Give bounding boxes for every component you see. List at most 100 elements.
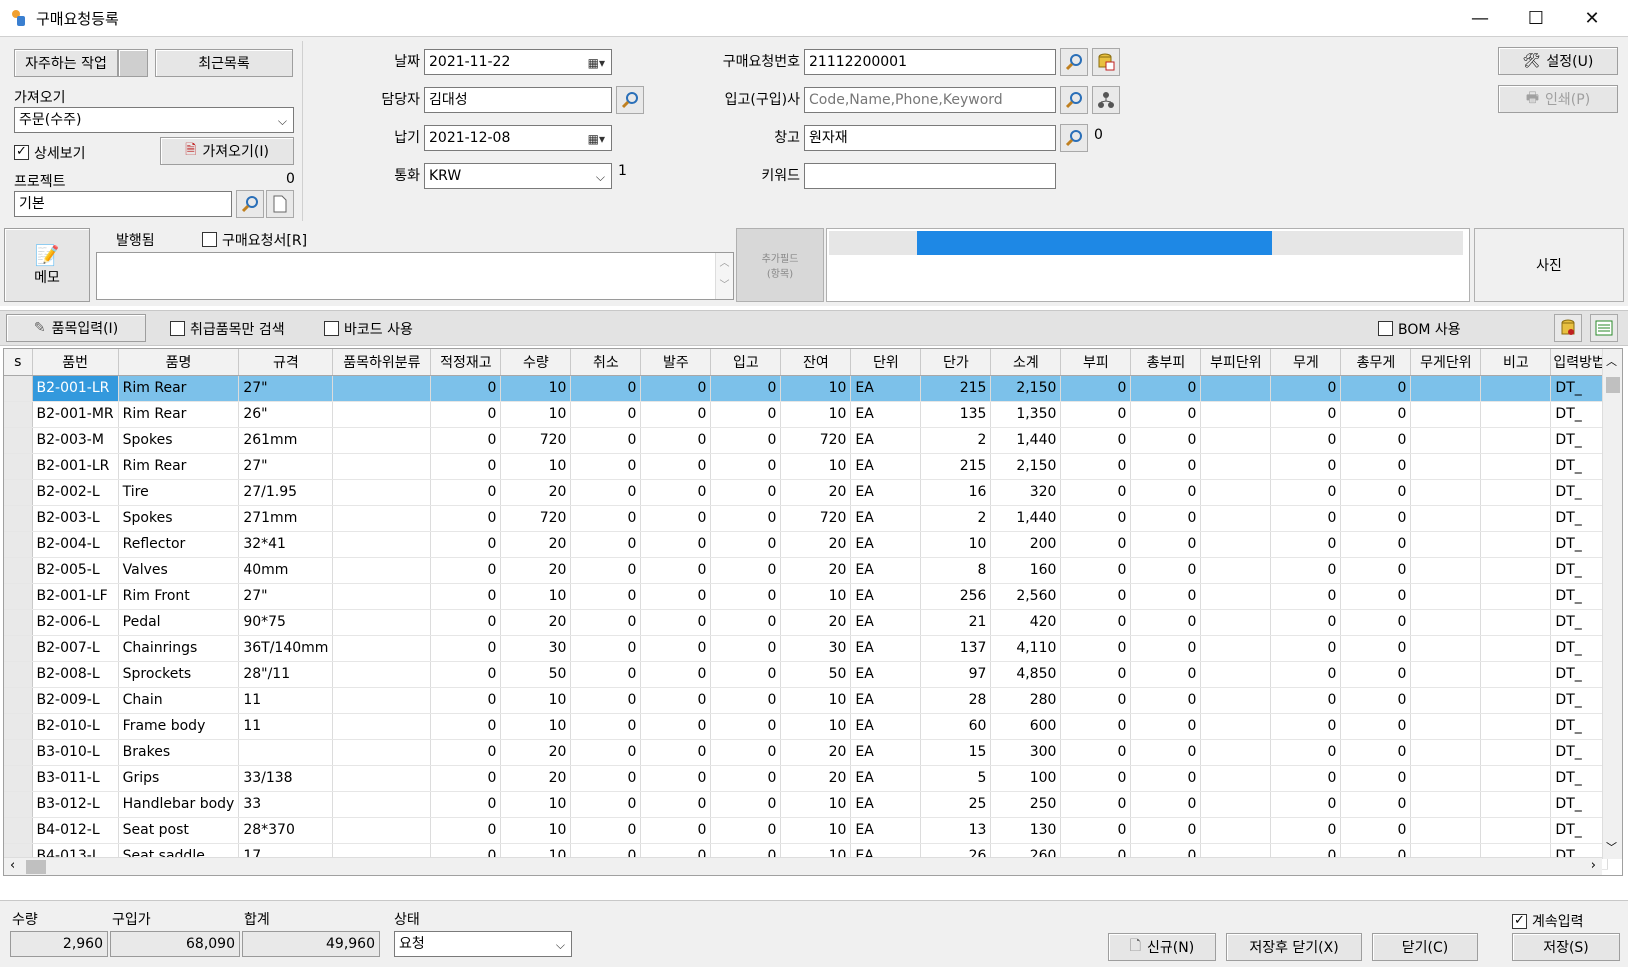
table-cell[interactable]: DT_ [1550, 427, 1608, 454]
table-cell[interactable]: 2 [920, 427, 992, 454]
table-cell[interactable] [1480, 687, 1552, 714]
item-input-button[interactable]: ✎ 품목입력(I) [6, 314, 146, 342]
table-cell[interactable]: 0 [1270, 817, 1342, 844]
table-cell[interactable]: 0 [710, 479, 782, 506]
table-cell[interactable]: 0 [1340, 557, 1412, 584]
table-cell[interactable] [332, 401, 432, 428]
table-cell[interactable]: 0 [640, 713, 712, 740]
table-cell[interactable]: 0 [1270, 401, 1342, 428]
table-cell[interactable]: 720 [500, 505, 572, 532]
table-cell[interactable] [1410, 713, 1482, 740]
table-cell[interactable]: EA [850, 609, 922, 636]
table-cell[interactable]: 0 [1340, 687, 1412, 714]
table-cell[interactable]: 36T/140mm [238, 635, 334, 662]
table-cell[interactable]: B2-009-L [32, 687, 119, 714]
table-cell[interactable]: 160 [990, 557, 1062, 584]
table-cell[interactable]: 0 [1060, 817, 1132, 844]
table-cell[interactable]: 2 [920, 505, 992, 532]
table-cell[interactable]: B4-012-L [32, 817, 119, 844]
table-cell[interactable]: 320 [990, 479, 1062, 506]
table-cell[interactable]: DT_ [1550, 453, 1608, 480]
table-cell[interactable] [332, 713, 432, 740]
row-selector[interactable] [4, 609, 33, 636]
table-cell[interactable] [1200, 817, 1272, 844]
table-cell[interactable]: DT_ [1550, 687, 1608, 714]
table-cell[interactable]: 28 [920, 687, 992, 714]
table-cell[interactable]: 10 [780, 375, 852, 402]
table-cell[interactable] [1200, 531, 1272, 558]
table-cell[interactable]: Valves [118, 557, 240, 584]
table-cell[interactable]: 0 [640, 453, 712, 480]
project-field[interactable]: 기본 [14, 191, 232, 217]
row-selector[interactable] [4, 401, 33, 428]
table-cell[interactable]: EA [850, 687, 922, 714]
table-cell[interactable]: 0 [430, 505, 502, 532]
table-cell[interactable]: DT_ [1550, 375, 1608, 402]
table-cell[interactable] [332, 661, 432, 688]
vertical-scrollbar[interactable]: ︿ ﹀ [1602, 349, 1622, 859]
table-cell[interactable]: 0 [1340, 505, 1412, 532]
table-cell[interactable]: 21 [920, 609, 992, 636]
table-cell[interactable]: Rim Rear [118, 401, 240, 428]
date-field[interactable]: 2021-11-22 ▦▾ [424, 49, 612, 75]
org-tree-icon[interactable] [1092, 86, 1120, 114]
column-header[interactable]: 총부피 [1130, 349, 1202, 376]
table-cell[interactable]: 0 [1270, 531, 1342, 558]
table-cell[interactable] [1410, 583, 1482, 610]
table-cell[interactable]: 0 [1340, 427, 1412, 454]
table-cell[interactable]: DT_ [1550, 531, 1608, 558]
table-cell[interactable]: B3-010-L [32, 739, 119, 766]
table-cell[interactable]: 1,440 [990, 427, 1062, 454]
table-cell[interactable]: 0 [570, 739, 642, 766]
table-cell[interactable]: 0 [710, 661, 782, 688]
table-cell[interactable]: B2-003-M [32, 427, 119, 454]
table-cell[interactable]: 0 [710, 739, 782, 766]
table-cell[interactable]: 0 [640, 557, 712, 584]
table-cell[interactable]: DT_ [1550, 817, 1608, 844]
row-selector[interactable] [4, 817, 33, 844]
table-cell[interactable]: Pedal [118, 609, 240, 636]
scroll-up-icon[interactable]: ︿ [1606, 353, 1617, 369]
table-cell[interactable] [1410, 453, 1482, 480]
table-cell[interactable]: Spokes [118, 427, 240, 454]
table-cell[interactable] [1480, 401, 1552, 428]
table-cell[interactable]: 0 [710, 609, 782, 636]
warehouse-search-icon[interactable] [1060, 124, 1088, 152]
database-icon[interactable] [1554, 314, 1582, 342]
manager-search-icon[interactable] [616, 86, 644, 114]
table-cell[interactable] [1410, 479, 1482, 506]
table-row[interactable]: B2-001-MR Rim Rear 26" 0 10 0 0 0 10 EA 135 1,350 0 0… [4, 401, 1608, 428]
table-cell[interactable]: 0 [1270, 453, 1342, 480]
table-cell[interactable]: 30 [500, 635, 572, 662]
table-cell[interactable]: 60 [920, 713, 992, 740]
calendar-icon[interactable]: ▦▾ [588, 53, 605, 73]
table-cell[interactable]: 0 [1270, 375, 1342, 402]
table-cell[interactable]: 215 [920, 375, 992, 402]
only-handled-checkbox[interactable] [170, 321, 185, 336]
table-cell[interactable]: 215 [920, 453, 992, 480]
row-selector[interactable] [4, 739, 33, 766]
column-header[interactable]: 발주 [640, 349, 712, 376]
table-cell[interactable]: B2-001-LR [32, 453, 119, 480]
table-cell[interactable]: 0 [430, 661, 502, 688]
memo-textarea[interactable]: ︿ ﹀ [96, 252, 734, 300]
table-cell[interactable]: 0 [430, 401, 502, 428]
table-cell[interactable]: 0 [1130, 505, 1202, 532]
row-selector[interactable] [4, 687, 33, 714]
table-cell[interactable]: DT_ [1550, 791, 1608, 818]
table-cell[interactable]: DT_ [1550, 739, 1608, 766]
table-cell[interactable]: Chainrings [118, 635, 240, 662]
table-cell[interactable]: 20 [780, 531, 852, 558]
table-cell[interactable]: Seat post [118, 817, 240, 844]
table-cell[interactable] [332, 609, 432, 636]
row-selector[interactable] [4, 453, 33, 480]
table-cell[interactable]: DT_ [1550, 583, 1608, 610]
table-cell[interactable] [1480, 427, 1552, 454]
table-cell[interactable]: 0 [570, 635, 642, 662]
table-cell[interactable]: 10 [500, 713, 572, 740]
table-cell[interactable]: EA [850, 453, 922, 480]
table-cell[interactable]: Frame body [118, 713, 240, 740]
table-cell[interactable] [1480, 713, 1552, 740]
table-cell[interactable]: B2-001-MR [32, 401, 119, 428]
table-cell[interactable] [1480, 453, 1552, 480]
